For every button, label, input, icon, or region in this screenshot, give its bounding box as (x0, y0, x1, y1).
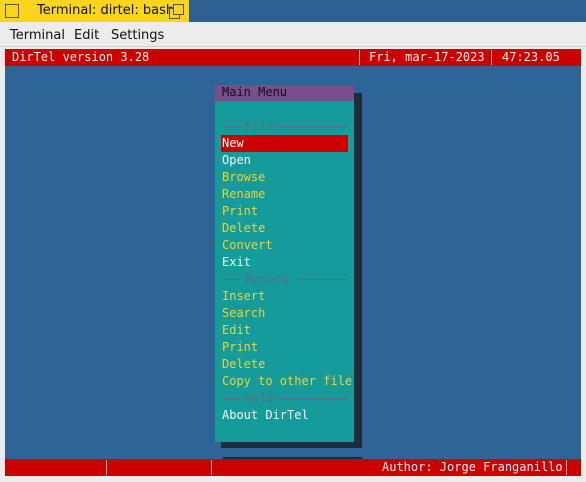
menu-option-delete[interactable]: Delete (222, 220, 265, 237)
menu-option-insert[interactable]: Insert (222, 288, 265, 305)
menu-option-search[interactable]: Search (222, 305, 265, 322)
restore-window-icon[interactable] (168, 3, 184, 19)
menu-option-record-print[interactable]: Print (222, 339, 258, 356)
window-title: Terminal: dirtel: bash (37, 3, 175, 18)
menu-settings[interactable]: Settings (111, 28, 164, 44)
menu-option-browse[interactable]: Browse (222, 169, 265, 186)
status-date: Fri, mar-17-2023 (369, 50, 485, 64)
menu-edit[interactable]: Edit (74, 28, 99, 44)
section-header-help: Help (215, 390, 354, 407)
status-time: 47:23.05 (502, 50, 560, 64)
menu-option-rename[interactable]: Rename (222, 186, 265, 203)
terminal-area[interactable]: DirTel version 3.28 Fri, mar-17-2023 47:… (5, 49, 581, 476)
bottom-status-bar: Author: Jorge Franganillo (5, 459, 581, 476)
menu-terminal[interactable]: Terminal (10, 28, 65, 44)
menu-option-new[interactable]: New (221, 135, 348, 152)
menu-option-print[interactable]: Print (222, 203, 258, 220)
section-header-record: Record (215, 271, 354, 288)
main-menu-title-bar: Main Menu (215, 85, 354, 101)
menu-option-convert[interactable]: Convert (222, 237, 273, 254)
author-credit: Author: Jorge Franganillo (382, 460, 563, 474)
menu-option-edit[interactable]: Edit (222, 322, 251, 339)
terminal-app-icon[interactable] (5, 4, 19, 18)
menu-option-record-delete[interactable]: Delete (222, 356, 265, 373)
main-menu: File New Open Browse Rename Print Delete… (215, 101, 354, 442)
main-menu-title: Main Menu (222, 85, 288, 99)
top-status-bar: DirTel version 3.28 Fri, mar-17-2023 47:… (5, 49, 581, 66)
menu-option-copy-to-other-file[interactable]: Copy to other file (222, 373, 352, 390)
menu-option-exit[interactable]: Exit (222, 254, 251, 271)
section-header-file: File (215, 118, 354, 135)
menubar: Terminal Edit Settings (0, 24, 586, 47)
menu-option-about-dirtel[interactable]: About DirTel (222, 407, 309, 424)
app-version: DirTel version 3.28 (12, 50, 150, 64)
menu-option-open[interactable]: Open (222, 152, 251, 169)
